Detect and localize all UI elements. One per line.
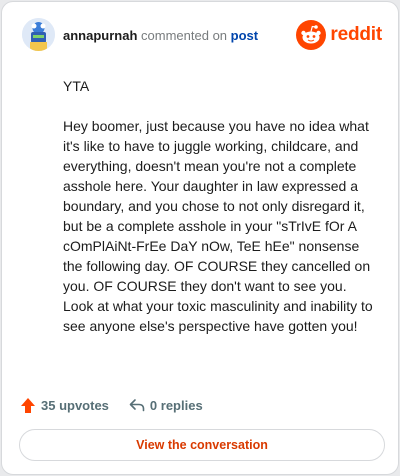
upvote-count: 35 upvotes [41, 397, 109, 413]
upvote-button[interactable]: 35 upvotes [20, 397, 109, 414]
comment-paragraph: YTA [63, 78, 90, 94]
comment-actions: 35 upvotes 0 replies [20, 395, 223, 415]
upvote-arrow-icon [20, 397, 36, 414]
reddit-snoo-icon [296, 20, 327, 50]
username-link[interactable]: annapurnah [63, 28, 137, 43]
reddit-wordmark: reddit [330, 24, 382, 45]
reply-button[interactable]: 0 replies [129, 398, 203, 413]
comment-paragraph: Hey boomer, just because you have no ide… [63, 118, 373, 334]
view-conversation-button[interactable]: View the conversation [19, 429, 385, 461]
avatar-image [22, 18, 55, 51]
reply-count: 0 replies [149, 397, 203, 413]
reddit-logo[interactable]: reddit [296, 19, 382, 51]
byline: annapurnah commented on post [63, 28, 258, 43]
commented-on-text: commented on [141, 28, 228, 43]
comment-body: YTA Hey boomer, just because you have no… [63, 76, 373, 356]
comment-embed-card: annapurnah commented on post reddit YTA … [1, 1, 399, 475]
reply-arrow-icon [129, 398, 145, 412]
comment-header: annapurnah commented on post reddit [22, 18, 382, 52]
post-link[interactable]: post [231, 28, 258, 43]
user-avatar[interactable] [22, 18, 55, 51]
